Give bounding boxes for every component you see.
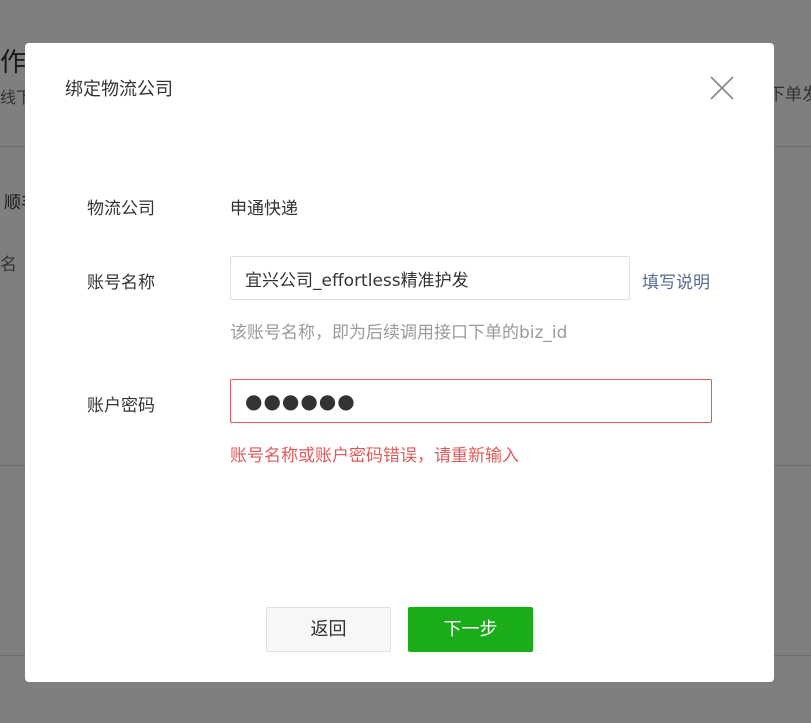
password-label: 账户密码 <box>87 396 155 416</box>
next-button[interactable]: 下一步 <box>408 607 533 652</box>
dialog-title: 绑定物流公司 <box>65 79 173 100</box>
close-button[interactable] <box>709 75 735 101</box>
help-link[interactable]: 填写说明 <box>642 268 710 293</box>
back-button[interactable]: 返回 <box>266 607 391 652</box>
error-message: 账号名称或账户密码错误，请重新输入 <box>230 446 519 466</box>
company-label: 物流公司 <box>87 199 155 219</box>
password-input[interactable] <box>230 379 712 423</box>
close-icon <box>710 76 734 100</box>
bind-logistics-dialog: 绑定物流公司 物流公司 申通快递 账号名称 填写说明 该账号名称，即为后续调用接… <box>25 43 774 682</box>
company-value: 申通快递 <box>230 199 298 219</box>
account-hint: 该账号名称，即为后续调用接口下单的biz_id <box>230 323 568 343</box>
account-name-input[interactable] <box>230 256 630 300</box>
account-label: 账号名称 <box>87 273 155 293</box>
